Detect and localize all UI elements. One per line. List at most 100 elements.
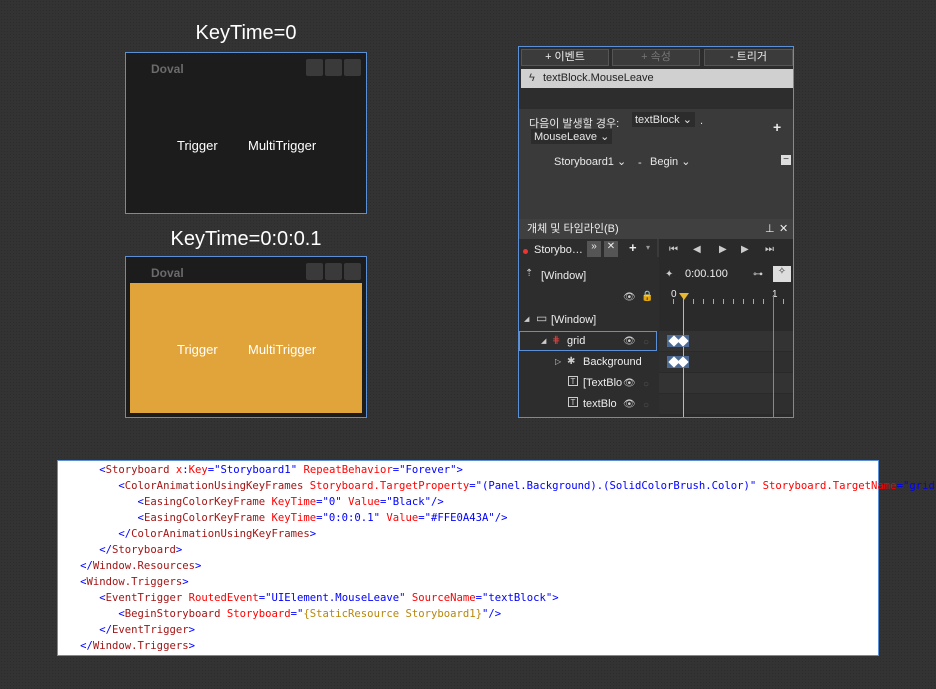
lock-icon[interactable]: 🔒 [641, 291, 653, 302]
remove-trigger-button[interactable]: - 트리거 [704, 49, 793, 66]
code-token: {StaticResource Storyboard1} [303, 608, 482, 620]
close-storyboard-icon[interactable]: ✕ [604, 241, 618, 257]
code-token: "/> [424, 496, 444, 508]
code-line: </Storyboard> [61, 542, 182, 558]
previous-frame-icon[interactable]: ◀ [693, 244, 701, 255]
code-token: > [194, 560, 202, 572]
close-button[interactable] [344, 263, 361, 280]
event-trigger-item[interactable]: ϟ textBlock.MouseLeave [521, 69, 793, 88]
play-icon[interactable]: ▶ [719, 244, 727, 255]
code-token: KeyTime [265, 512, 317, 524]
code-token: ColorAnimationUsingKeyFrames [131, 528, 310, 540]
add-property-button[interactable]: + 속성 [612, 49, 700, 66]
scope-up-icon[interactable]: ⇡ [525, 268, 533, 279]
eye-icon[interactable]: 👁 [623, 399, 636, 410]
code-token: RepeatBehavior [297, 464, 393, 476]
eye-icon[interactable]: 👁 [623, 378, 636, 389]
code-token: UIElement.MouseLeave [271, 592, 400, 604]
timeline-area[interactable]: ⏮ ◀ ▶ ▶ ⏭ ✦ 0:00.100 ⊶ ✧ 0 1 [659, 239, 793, 417]
expand-arrow-icon[interactable]: ▷ [555, 357, 561, 366]
code-token: Storyboard1 [220, 464, 291, 476]
tree-item-window[interactable]: [Window] [551, 314, 596, 326]
time-display[interactable]: 0:00.100 [685, 268, 728, 280]
tree-item-textblock-1[interactable]: [TextBlo [583, 377, 622, 389]
multitrigger-text[interactable]: MultiTrigger [248, 138, 316, 153]
code-token: "> [545, 592, 559, 604]
code-token: ColorAnimationUsingKeyFrames [124, 480, 304, 492]
code-token: > [309, 528, 317, 540]
more-options-icon[interactable]: ▾ [646, 243, 650, 252]
eye-icon[interactable]: 👁 [623, 336, 636, 347]
code-token: Value [379, 512, 419, 524]
orange-grid-background [130, 283, 362, 413]
collapse-icon[interactable]: » [587, 241, 601, 257]
eye-icon[interactable]: 👁 [623, 292, 636, 303]
action-dropdown[interactable]: Begin ⌄ [647, 154, 693, 169]
maximize-button[interactable] [325, 263, 342, 280]
expand-arrow-icon[interactable]: ◢ [541, 337, 546, 345]
storyboard-value: Storyboard1 [554, 156, 614, 168]
trigger-text[interactable]: Trigger [177, 342, 218, 357]
playhead-marker[interactable] [679, 293, 689, 300]
go-to-start-icon[interactable]: ⏮ [669, 244, 678, 255]
code-token: Value [341, 496, 380, 508]
code-line: <EasingColorKeyFrame KeyTime="0" Value="… [61, 494, 444, 510]
code-line: </Window.Resources> [61, 558, 201, 574]
event-dropdown[interactable]: MouseLeave ⌄ [531, 129, 613, 144]
add-storyboard-icon[interactable]: + [629, 240, 637, 255]
lock-dot-icon[interactable]: ○ [643, 337, 649, 348]
maximize-button[interactable] [325, 59, 342, 76]
code-token: </ [118, 528, 132, 540]
code-token: (Panel.Background).(SolidColorBrush.Colo… [481, 480, 750, 492]
close-button[interactable] [344, 59, 361, 76]
lock-dot-icon[interactable]: ○ [643, 400, 649, 411]
keyframe-mode-icon[interactable]: ✧ [773, 266, 791, 282]
record-keyframe-icon[interactable]: ✦ [665, 269, 673, 280]
tree-item-grid[interactable]: grid [567, 335, 585, 347]
code-token: SourceName [405, 592, 476, 604]
xaml-code-block: <Storyboard x:Key="Storyboard1" RepeatBe… [57, 460, 936, 656]
preview-window-keytime-0: Doval Trigger MultiTrigger [125, 52, 367, 214]
tree-item-scope-window[interactable]: [Window] [541, 270, 586, 282]
add-condition-icon[interactable]: + [773, 119, 781, 135]
event-trigger-label: textBlock.MouseLeave [543, 72, 654, 84]
time-one-line [773, 295, 774, 417]
code-token: </ [99, 544, 113, 556]
storyboard-dropdown[interactable]: Storyboard1 ⌄ [551, 154, 629, 169]
action-value: Begin [650, 156, 679, 168]
next-frame-icon[interactable]: ▶ [741, 244, 749, 255]
textblock-icon: T [568, 397, 578, 407]
code-token: Window.Resources [92, 560, 195, 572]
code-token: Storyboard [220, 608, 291, 620]
code-line: <Window.Triggers> [61, 574, 188, 590]
tree-item-background[interactable]: Background [583, 356, 642, 368]
minimize-button[interactable] [306, 59, 323, 76]
storyboard-tab[interactable]: Storybo… [534, 244, 583, 256]
remove-action-icon[interactable]: − [781, 155, 791, 165]
code-token: Storyboard.TargetProperty [303, 480, 470, 492]
expand-arrow-icon[interactable]: ◢ [524, 315, 529, 323]
multitrigger-text[interactable]: MultiTrigger [248, 342, 316, 357]
go-to-end-icon[interactable]: ⏭ [765, 244, 774, 255]
code-token: =" [418, 512, 432, 524]
action-separator: - [638, 157, 642, 169]
code-token: </ [80, 640, 93, 652]
close-icon[interactable]: ✕ [779, 219, 788, 239]
tree-item-grid-selected[interactable] [519, 331, 657, 351]
code-token: RoutedEvent [182, 592, 259, 604]
trigger-text[interactable]: Trigger [177, 138, 218, 153]
source-dropdown[interactable]: textBlock ⌄ [632, 112, 695, 127]
minimize-button[interactable] [306, 263, 323, 280]
chevron-down-icon: ⌄ [682, 114, 692, 126]
pin-icon[interactable]: ⊥ [765, 219, 775, 239]
window-app-name: Doval [151, 266, 184, 280]
lock-dot-icon[interactable]: ○ [643, 379, 649, 390]
code-token: > [188, 640, 195, 652]
snap-icon[interactable]: ⊶ [753, 269, 763, 280]
record-dot-icon [523, 249, 528, 254]
code-line: <EventTrigger RoutedEvent="UIElement.Mou… [61, 590, 559, 606]
tree-item-textblock-2[interactable]: textBlo [583, 398, 617, 410]
code-token: "/> [482, 608, 502, 620]
code-line: <BeginStoryboard Storyboard="{StaticReso… [61, 606, 501, 622]
add-event-button[interactable]: + 이벤트 [521, 49, 609, 66]
